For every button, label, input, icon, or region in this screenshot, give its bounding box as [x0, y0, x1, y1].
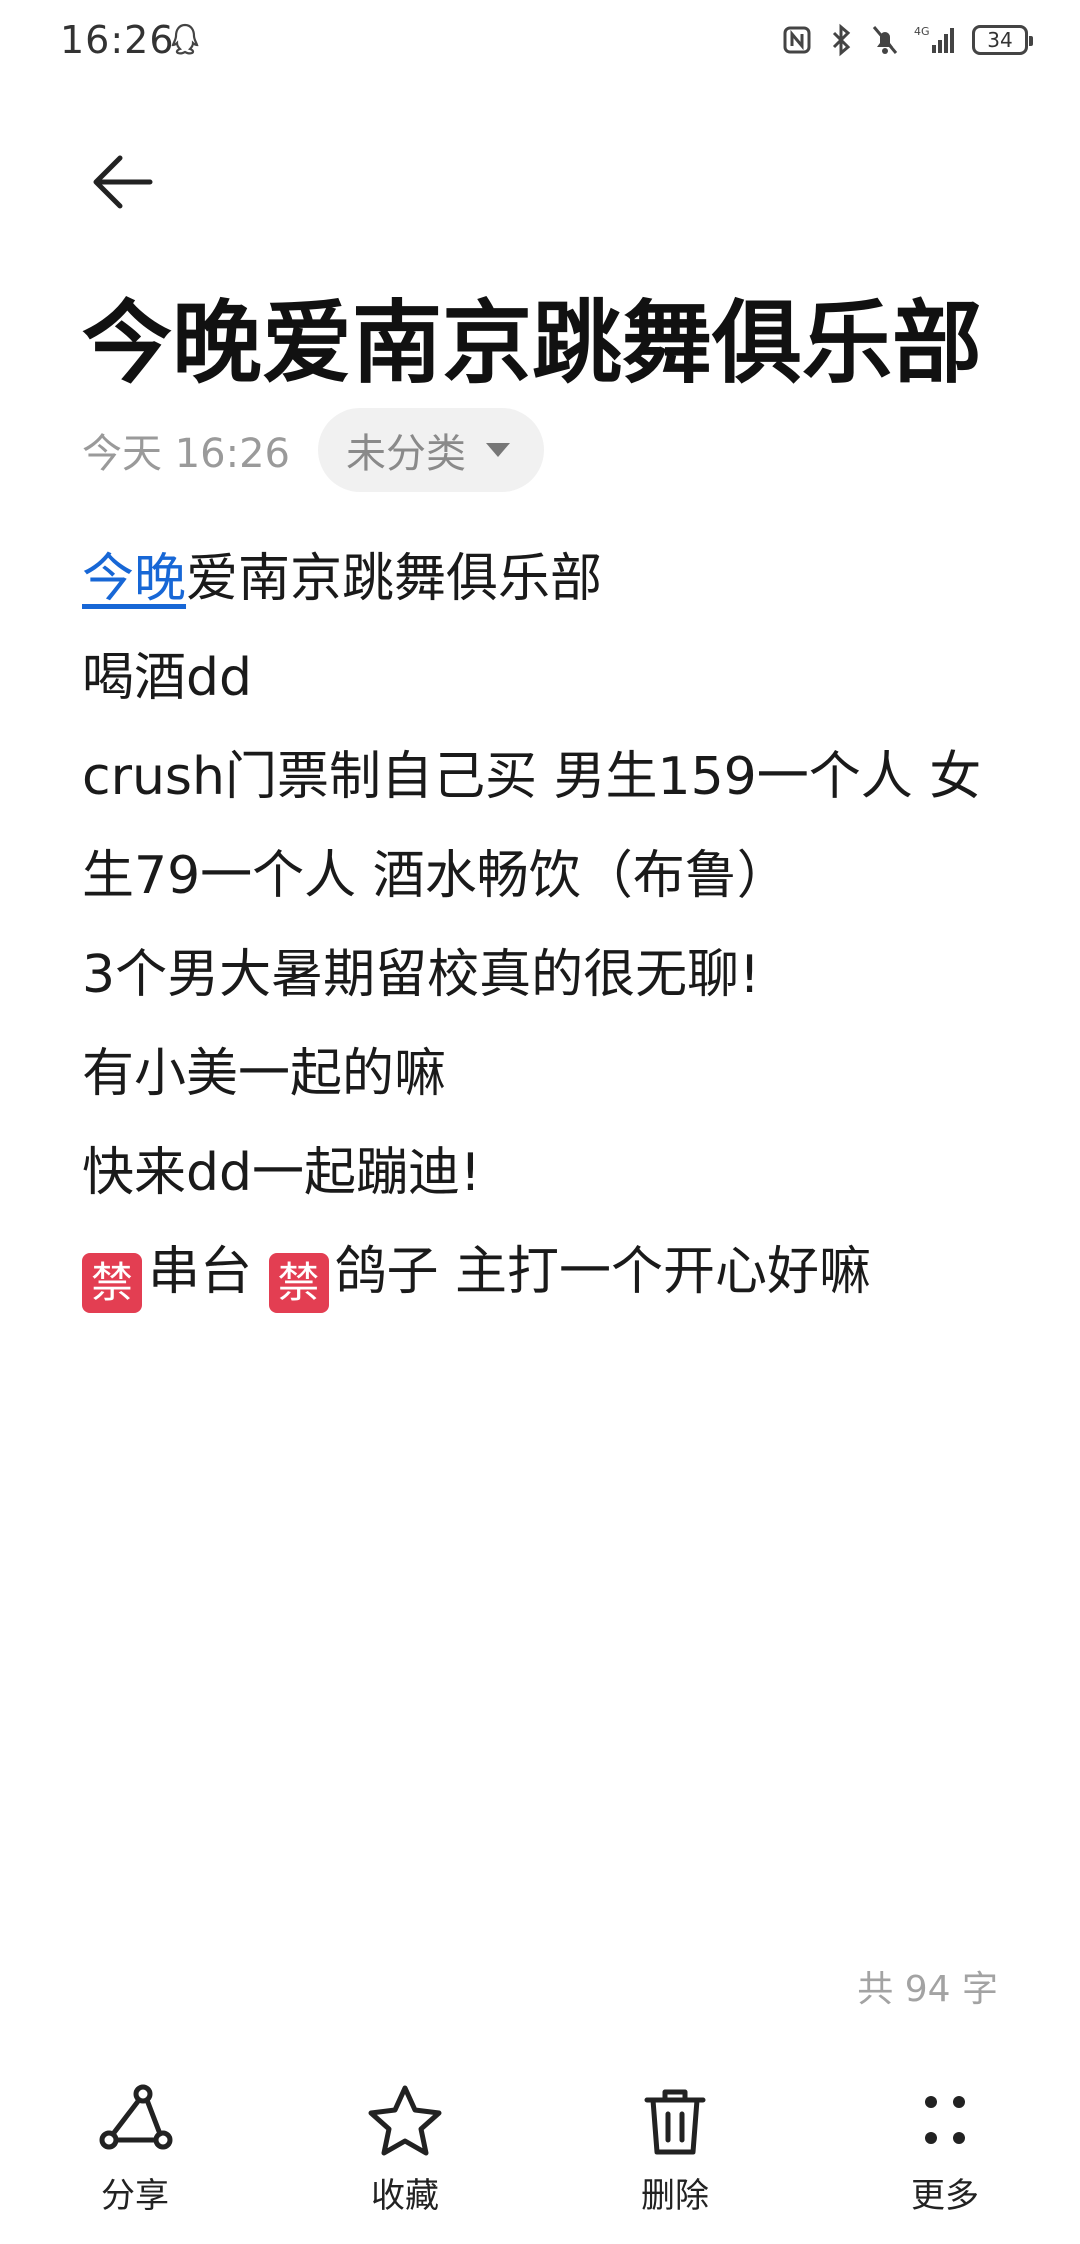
date-link[interactable]: 今晚 — [82, 549, 186, 609]
share-label: 分享 — [101, 2176, 169, 2216]
more-dots-icon — [925, 2096, 965, 2144]
delete-label: 删除 — [641, 2176, 709, 2216]
signal-4g-icon: 4G — [914, 25, 954, 53]
status-icons: 4G 34 — [782, 20, 1033, 60]
note-date: 今天 16:26 — [82, 431, 290, 477]
body-line: 3个男大暑期留校真的很无聊! — [82, 945, 760, 1005]
prohibited-emoji-icon: 禁 — [82, 1253, 142, 1313]
body-line: 有小美一起的嘛 — [82, 1044, 447, 1104]
mute-bell-icon — [872, 26, 898, 54]
note-body[interactable]: 今晚爱南京跳舞俱乐部 喝酒dd crush门票制自己买 男生159一个人 女 生… — [82, 530, 1022, 1322]
nfc-icon — [783, 26, 811, 54]
word-count: 共 94 字 — [857, 1969, 998, 2010]
body-text: 串台 — [148, 1242, 269, 1302]
body-line: 今晚爱南京跳舞俱乐部 — [82, 530, 1022, 629]
category-dropdown[interactable]: 未分类 — [318, 408, 544, 492]
status-bar: 16:26 4G 34 — [0, 0, 1080, 80]
share-button[interactable]: 分享 — [35, 2080, 235, 2220]
body-text: 鸽子 主打一个开心好嘛 — [334, 1242, 872, 1302]
trash-icon — [644, 2089, 706, 2155]
svg-text:4G: 4G — [914, 25, 930, 38]
arrow-left-icon — [93, 155, 153, 209]
more-label: 更多 — [911, 2176, 979, 2216]
delete-button[interactable]: 删除 — [575, 2080, 775, 2220]
note-meta: 今天 16:26 未分类 — [82, 408, 544, 492]
body-line: 喝酒dd — [82, 648, 253, 708]
back-button[interactable] — [80, 140, 164, 224]
chevron-down-icon — [486, 443, 510, 457]
note-title[interactable]: 今晚爱南京跳舞俱乐部 — [82, 270, 982, 400]
favorite-label: 收藏 — [371, 2176, 439, 2216]
category-label: 未分类 — [346, 431, 466, 477]
favorite-button[interactable]: 收藏 — [305, 2080, 505, 2220]
body-line: 快来dd一起蹦迪! — [82, 1143, 481, 1203]
body-line: crush门票制自己买 男生159一个人 女 — [82, 747, 982, 807]
qq-notification-icon — [171, 23, 199, 55]
battery-level: 34 — [987, 28, 1013, 52]
body-line: 禁串台 禁鸽子 主打一个开心好嘛 — [82, 1223, 1022, 1322]
body-line: 生79一个人 酒水畅饮（布鲁） — [82, 846, 789, 906]
share-icon — [99, 2084, 173, 2150]
bluetooth-icon — [832, 23, 851, 57]
body-text: 爱南京跳舞俱乐部 — [186, 549, 603, 609]
star-icon — [368, 2085, 442, 2156]
status-time: 16:26 — [60, 18, 175, 62]
more-button[interactable]: 更多 — [845, 2080, 1045, 2220]
prohibited-emoji-icon: 禁 — [268, 1253, 329, 1313]
bottom-toolbar: 分享 收藏 删除 更多 — [0, 2080, 1080, 2220]
battery-icon: 34 — [972, 25, 1033, 55]
